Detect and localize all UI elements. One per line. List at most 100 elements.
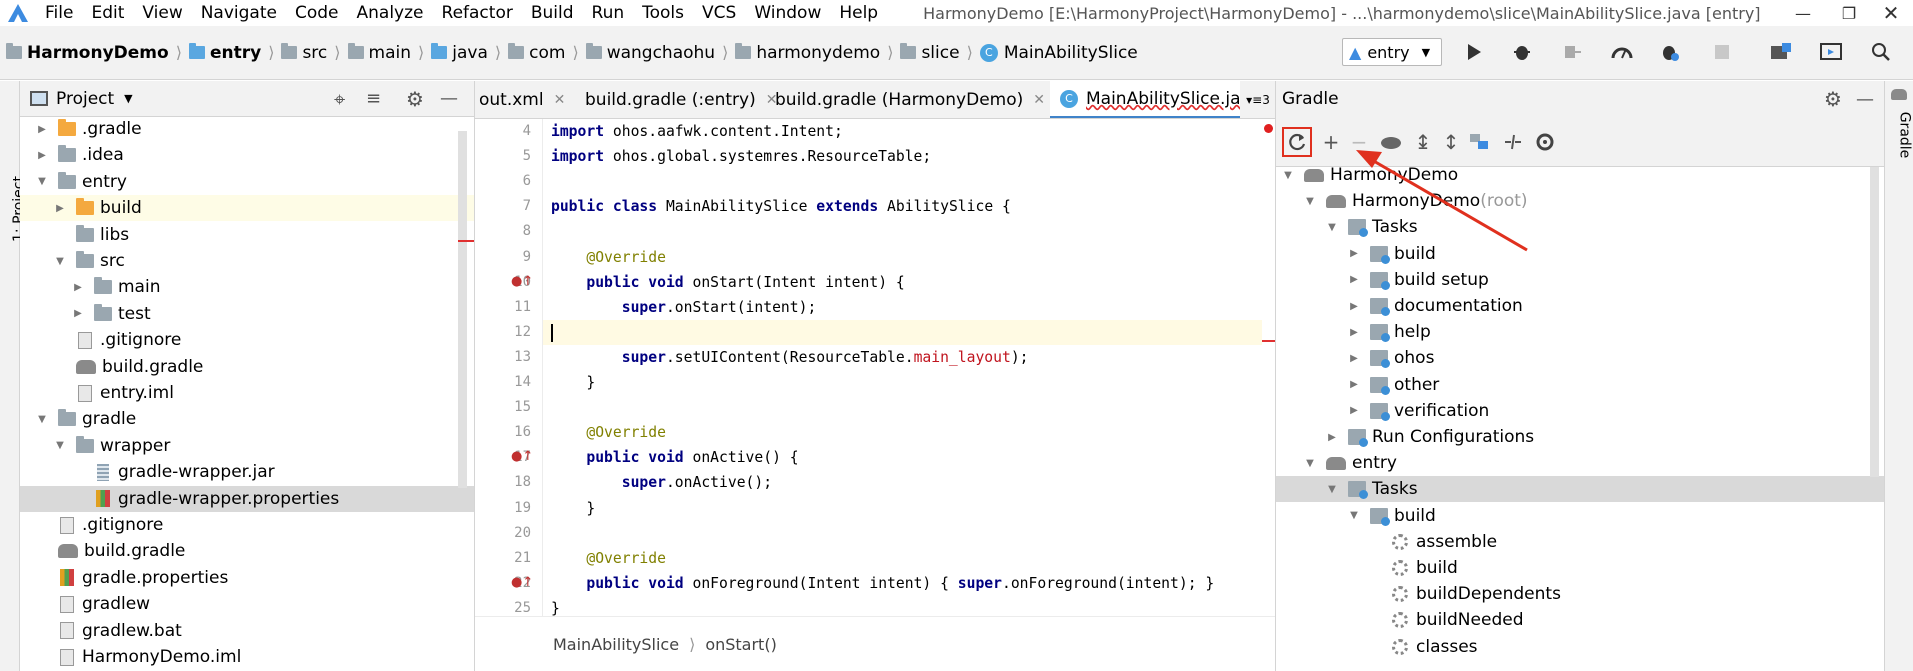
editor-tab[interactable]: build.gradle (:entry) ✕	[567, 81, 777, 118]
collapse-all-icon[interactable]: ↕	[1436, 127, 1466, 157]
project-tree-item[interactable]: ▼ wrapper	[20, 433, 474, 459]
close-tab-icon[interactable]: ✕	[1033, 92, 1045, 108]
code-line[interactable]	[543, 395, 1275, 420]
code-line[interactable]: @Override	[543, 546, 1275, 571]
chevron-right-icon[interactable]: ▶	[1348, 248, 1360, 260]
project-tree-item[interactable]: gradlew.bat	[20, 618, 474, 644]
execute-task-icon[interactable]	[1376, 127, 1406, 157]
gradle-tree-item[interactable]: ▼ Tasks	[1276, 476, 1884, 503]
gear-icon[interactable]: ⚙	[1824, 87, 1842, 111]
code-line[interactable]: super.onActive();	[543, 470, 1275, 495]
gradle-tree-item[interactable]: ▶ build setup	[1276, 267, 1884, 293]
chevron-right-icon[interactable]: ▶	[72, 281, 84, 293]
project-tree-item[interactable]: ▼ gradle	[20, 406, 474, 432]
chevron-down-icon[interactable]: ▼	[1326, 221, 1338, 233]
code-line[interactable]: }	[543, 496, 1275, 521]
gradle-settings-icon[interactable]	[1530, 127, 1560, 157]
override-marker-icon[interactable]: ●↑	[511, 449, 533, 464]
menu-item[interactable]: VCS	[693, 3, 745, 23]
chevron-down-icon[interactable]: ▼	[1348, 510, 1360, 522]
remove-project-icon[interactable]: −	[1344, 127, 1374, 157]
code-line[interactable]: import ohos.global.systemres.ResourceTab…	[543, 144, 1275, 169]
gradle-tree-item[interactable]: buildNeeded	[1276, 607, 1884, 633]
chevron-right-icon[interactable]: ▶	[72, 308, 84, 320]
project-panel-title[interactable]: Project	[56, 89, 114, 109]
override-marker-icon[interactable]: ●↑	[511, 575, 533, 590]
hide-panel-icon[interactable]: —	[440, 88, 458, 109]
hide-panel-icon[interactable]: —	[1856, 89, 1874, 110]
offline-mode-icon[interactable]	[1498, 127, 1528, 157]
gradle-tree-item[interactable]: ▼ HarmonyDemo	[1276, 167, 1884, 188]
menu-item[interactable]: View	[133, 3, 191, 23]
gradle-tree-item[interactable]: ▼ HarmonyDemo (root)	[1276, 188, 1884, 214]
chevron-down-icon[interactable]: ▼	[1304, 457, 1316, 469]
chevron-down-icon[interactable]: ▼	[124, 92, 132, 105]
override-marker-icon[interactable]: ●↑	[511, 274, 533, 289]
project-tree-item[interactable]: gradlew	[20, 591, 474, 617]
project-tree-item[interactable]: gradle.properties	[20, 565, 474, 591]
menu-item[interactable]: File	[36, 3, 82, 23]
breadcrumb-item[interactable]: main ⟩	[347, 43, 432, 63]
locate-icon[interactable]: ⌖	[334, 87, 345, 111]
editor-breadcrumb-class[interactable]: MainAbilitySlice	[553, 635, 679, 654]
change-marker[interactable]	[458, 240, 474, 242]
chevron-right-icon[interactable]: ▶	[1326, 431, 1338, 443]
group-modules-icon[interactable]	[1464, 127, 1494, 157]
breadcrumb-item[interactable]: wangchaohu ⟩	[585, 43, 736, 63]
chevron-down-icon[interactable]: ▼	[1304, 195, 1316, 207]
project-tree-item[interactable]: .gitignore	[20, 512, 474, 538]
device-manager-icon[interactable]	[1819, 40, 1843, 64]
chevron-right-icon[interactable]: ▶	[36, 123, 48, 135]
menu-item[interactable]: Build	[522, 3, 583, 23]
code-line[interactable]	[543, 219, 1275, 244]
gradle-tree-item[interactable]: assemble	[1276, 529, 1884, 555]
gradle-tree-scrollbar[interactable]	[1870, 167, 1879, 477]
code-editor[interactable]: import ohos.aafwk.content.Intent; import …	[543, 119, 1275, 616]
project-tree-item[interactable]: entry.iml	[20, 380, 474, 406]
close-icon[interactable]: ✕	[1868, 0, 1913, 26]
project-tree-item[interactable]: .gitignore	[20, 327, 474, 353]
menu-item[interactable]: Refactor	[433, 3, 522, 23]
gradle-tree-item[interactable]: ▶ ohos	[1276, 345, 1884, 371]
breadcrumb-item[interactable]: src ⟩	[281, 43, 347, 63]
menu-item[interactable]: Navigate	[192, 3, 286, 23]
project-tree-item[interactable]: gradle-wrapper.properties	[20, 485, 474, 512]
code-line[interactable]: @Override	[543, 245, 1275, 270]
gradle-tree-item[interactable]: ▶ build	[1276, 241, 1884, 267]
gradle-tree-item[interactable]: ▶ verification	[1276, 398, 1884, 424]
breadcrumb-item[interactable]: entry ⟩	[188, 43, 281, 63]
menu-item[interactable]: Edit	[82, 3, 133, 23]
code-line[interactable]: super.setUIContent(ResourceTable.main_la…	[543, 345, 1275, 370]
code-line[interactable]: }	[543, 596, 1275, 616]
gear-icon[interactable]: ⚙	[406, 87, 424, 111]
error-indicator-icon[interactable]	[1264, 124, 1273, 133]
minimize-icon[interactable]: —	[1780, 0, 1826, 26]
chevron-right-icon[interactable]: ▶	[36, 149, 48, 161]
breadcrumb-item[interactable]: C MainAbilitySlice	[979, 43, 1138, 63]
gradle-tree-item[interactable]: ▼ entry	[1276, 450, 1884, 476]
code-line[interactable]: import ohos.aafwk.content.Intent;	[543, 119, 1275, 144]
run-configuration-select[interactable]: ▲ entry ▼	[1342, 38, 1442, 66]
profile-icon[interactable]	[1610, 40, 1634, 64]
code-line[interactable]: public void onForeground(Intent intent) …	[543, 571, 1275, 596]
gradle-tree-item[interactable]: ▼ build	[1276, 503, 1884, 529]
restore-icon[interactable]: ❐	[1826, 0, 1872, 26]
chevron-right-icon[interactable]: ▶	[1348, 352, 1360, 364]
debug-icon[interactable]	[1510, 40, 1534, 64]
gradle-tree-item[interactable]: build	[1276, 555, 1884, 581]
editor-breadcrumb-method[interactable]: onStart()	[705, 635, 777, 654]
project-tree-item[interactable]: ▶ .idea	[20, 142, 474, 168]
chevron-down-icon[interactable]: ▼	[1326, 483, 1338, 495]
chevron-down-icon[interactable]: ▼	[54, 255, 66, 267]
breadcrumb-item[interactable]: harmonydemo ⟩	[735, 43, 900, 63]
project-tree-item[interactable]: ▶ build	[20, 195, 474, 222]
expand-all-icon[interactable]: ↨	[1408, 127, 1438, 157]
gradle-tree-item[interactable]: ▶ other	[1276, 372, 1884, 398]
project-tree-item[interactable]: build.gradle	[20, 538, 474, 564]
chevron-right-icon[interactable]: ▶	[1348, 274, 1360, 286]
editor-tab[interactable]: build.gradle (HarmonyDemo) ✕	[757, 81, 1045, 118]
code-line[interactable]	[543, 521, 1275, 546]
gradle-tree-item[interactable]: buildDependents	[1276, 581, 1884, 607]
menu-item[interactable]: Code	[286, 3, 348, 23]
attach-debugger-icon[interactable]	[1560, 40, 1584, 64]
